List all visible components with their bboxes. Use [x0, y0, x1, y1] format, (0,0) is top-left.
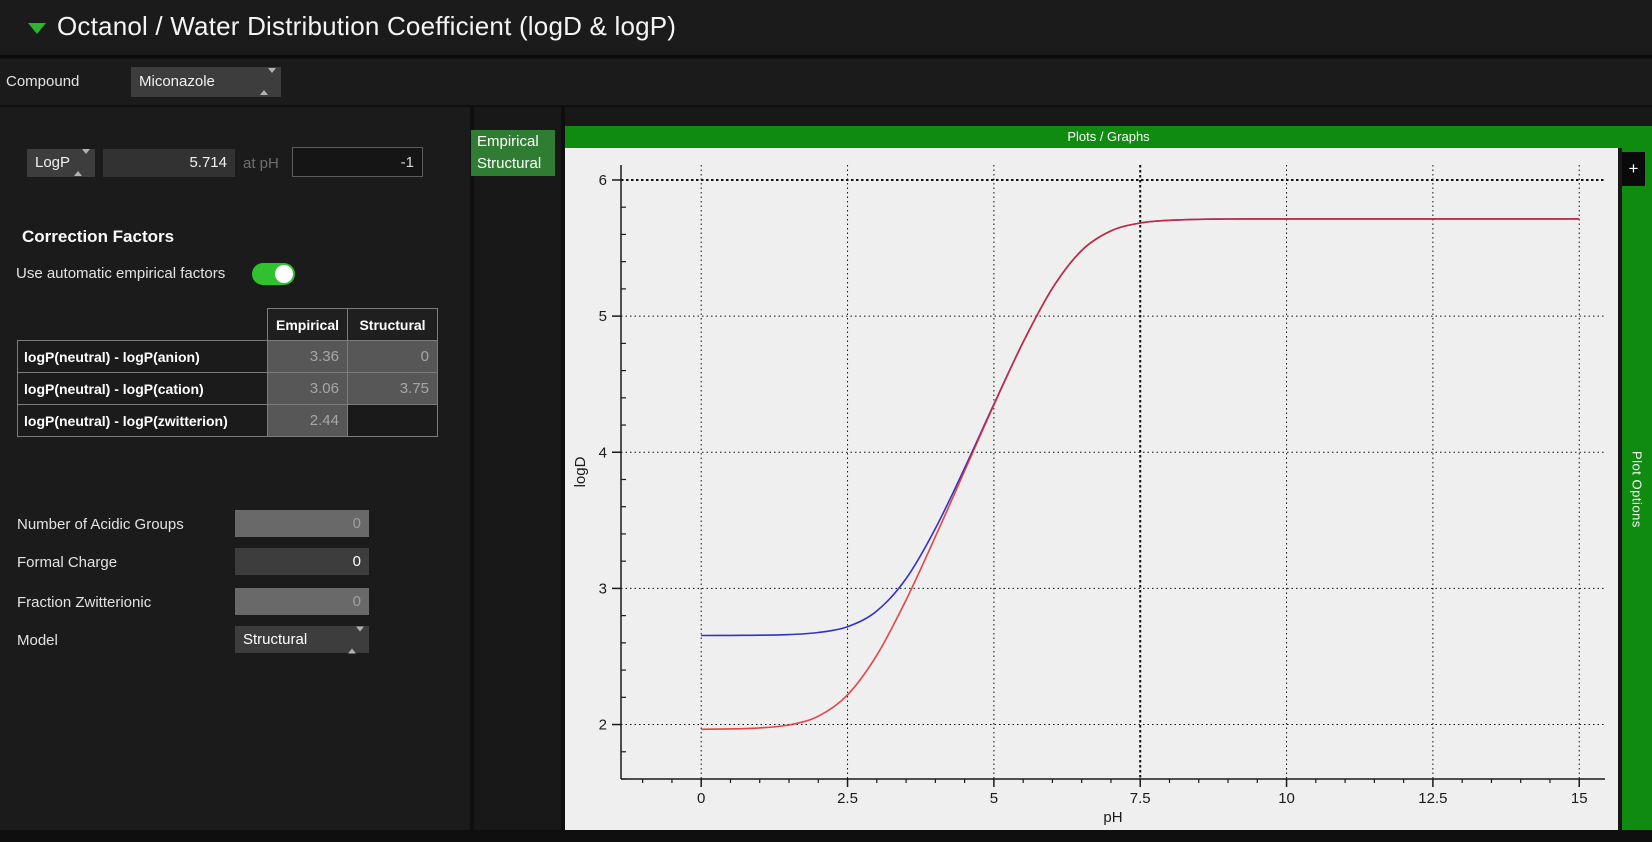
anion-empirical-cell: 3.36 — [268, 341, 348, 373]
svg-text:7.5: 7.5 — [1130, 790, 1151, 807]
svg-text:5: 5 — [990, 790, 998, 807]
compound-select[interactable]: Miconazole — [131, 67, 281, 97]
plot-panel: Plots / Graphs 0 2.5 5 7.5 10 12.5 15 2 3 4 5 6 pH lo… — [565, 107, 1652, 830]
formal-charge-field[interactable]: 0 — [235, 548, 369, 575]
logp-type-value: LogP — [35, 154, 70, 171]
add-plot-button[interactable]: + — [1622, 152, 1645, 186]
row-label-anion: logP(neutral) - logP(anion) — [18, 341, 268, 373]
zwitterion-structural-cell — [348, 405, 438, 437]
correction-factors-table: Empirical Structural logP(neutral) - log… — [17, 308, 438, 437]
logp-value-field: 5.714 — [103, 149, 235, 177]
row-label-cation: logP(neutral) - logP(cation) — [18, 373, 268, 405]
svg-text:10: 10 — [1278, 790, 1295, 807]
svg-text:2: 2 — [599, 717, 607, 734]
zwitterion-empirical-cell: 2.44 — [268, 405, 348, 437]
acidic-groups-label: Number of Acidic Groups — [17, 516, 184, 533]
page-title: Octanol / Water Distribution Coefficient… — [57, 11, 676, 42]
logp-type-select[interactable]: LogP — [27, 149, 95, 177]
compound-row: Compound Miconazole — [0, 59, 1652, 105]
model-select-value: Structural — [243, 631, 307, 648]
tab-structural[interactable]: Structural — [471, 153, 555, 175]
row-label-zwitterion: logP(neutral) - logP(zwitterion) — [18, 405, 268, 437]
app-window: Octanol / Water Distribution Coefficient… — [0, 0, 1652, 842]
svg-text:logD: logD — [572, 456, 589, 487]
svg-text:15: 15 — [1571, 790, 1588, 807]
plot-options-strip[interactable]: Plot Options — [1622, 148, 1652, 830]
logd-chart-svg[interactable]: 0 2.5 5 7.5 10 12.5 15 2 3 4 5 6 pH logD — [565, 148, 1618, 830]
model-label: Model — [17, 632, 58, 649]
svg-text:2.5: 2.5 — [837, 790, 858, 807]
toggle-knob — [275, 265, 293, 283]
table-row: logP(neutral) - logP(zwitterion) 2.44 — [18, 405, 438, 437]
spinner-icon — [348, 626, 364, 653]
svg-text:pH: pH — [1103, 809, 1122, 826]
series-tabs: Empirical Structural — [471, 130, 555, 176]
svg-text:5: 5 — [599, 308, 607, 325]
anion-structural-cell: 0 — [348, 341, 438, 373]
col-header-empirical: Empirical — [268, 309, 348, 341]
table-corner-cell — [18, 309, 268, 341]
cation-empirical-cell: 3.06 — [268, 373, 348, 405]
svg-text:4: 4 — [599, 444, 607, 461]
left-panel: LogP 5.714 at pH Correction Factors Use … — [0, 107, 470, 830]
plot-area: 0 2.5 5 7.5 10 12.5 15 2 3 4 5 6 pH logD — [565, 148, 1618, 830]
title-bar: Octanol / Water Distribution Coefficient… — [0, 0, 1652, 57]
auto-empirical-label: Use automatic empirical factors — [16, 265, 225, 282]
spinner-icon — [74, 149, 90, 177]
acidic-groups-field: 0 — [235, 510, 369, 537]
fraction-zwitterionic-field: 0 — [235, 588, 369, 615]
compound-select-value: Miconazole — [139, 73, 215, 90]
tab-empirical[interactable]: Empirical — [471, 131, 555, 153]
correction-factors-heading: Correction Factors — [22, 227, 174, 247]
table-row: logP(neutral) - logP(anion) 3.36 0 — [18, 341, 438, 373]
plot-options-label: Plot Options — [1630, 451, 1645, 528]
spinner-icon — [260, 67, 276, 97]
at-ph-label: at pH — [243, 155, 279, 172]
ph-input[interactable] — [292, 147, 423, 177]
cation-structural-cell: 3.75 — [348, 373, 438, 405]
panel-divider-column — [474, 107, 561, 830]
fraction-zwitterionic-label: Fraction Zwitterionic — [17, 594, 151, 611]
compound-label: Compound — [6, 73, 79, 90]
auto-empirical-toggle[interactable] — [252, 263, 295, 285]
col-header-structural: Structural — [348, 309, 438, 341]
svg-text:12.5: 12.5 — [1418, 790, 1447, 807]
collapse-triangle-icon[interactable] — [28, 23, 46, 34]
svg-text:3: 3 — [599, 580, 607, 597]
svg-text:6: 6 — [599, 172, 607, 189]
model-select[interactable]: Structural — [235, 626, 369, 653]
plot-panel-header: Plots / Graphs — [565, 126, 1652, 148]
table-row: logP(neutral) - logP(cation) 3.06 3.75 — [18, 373, 438, 405]
formal-charge-label: Formal Charge — [17, 554, 117, 571]
svg-text:0: 0 — [697, 790, 705, 807]
